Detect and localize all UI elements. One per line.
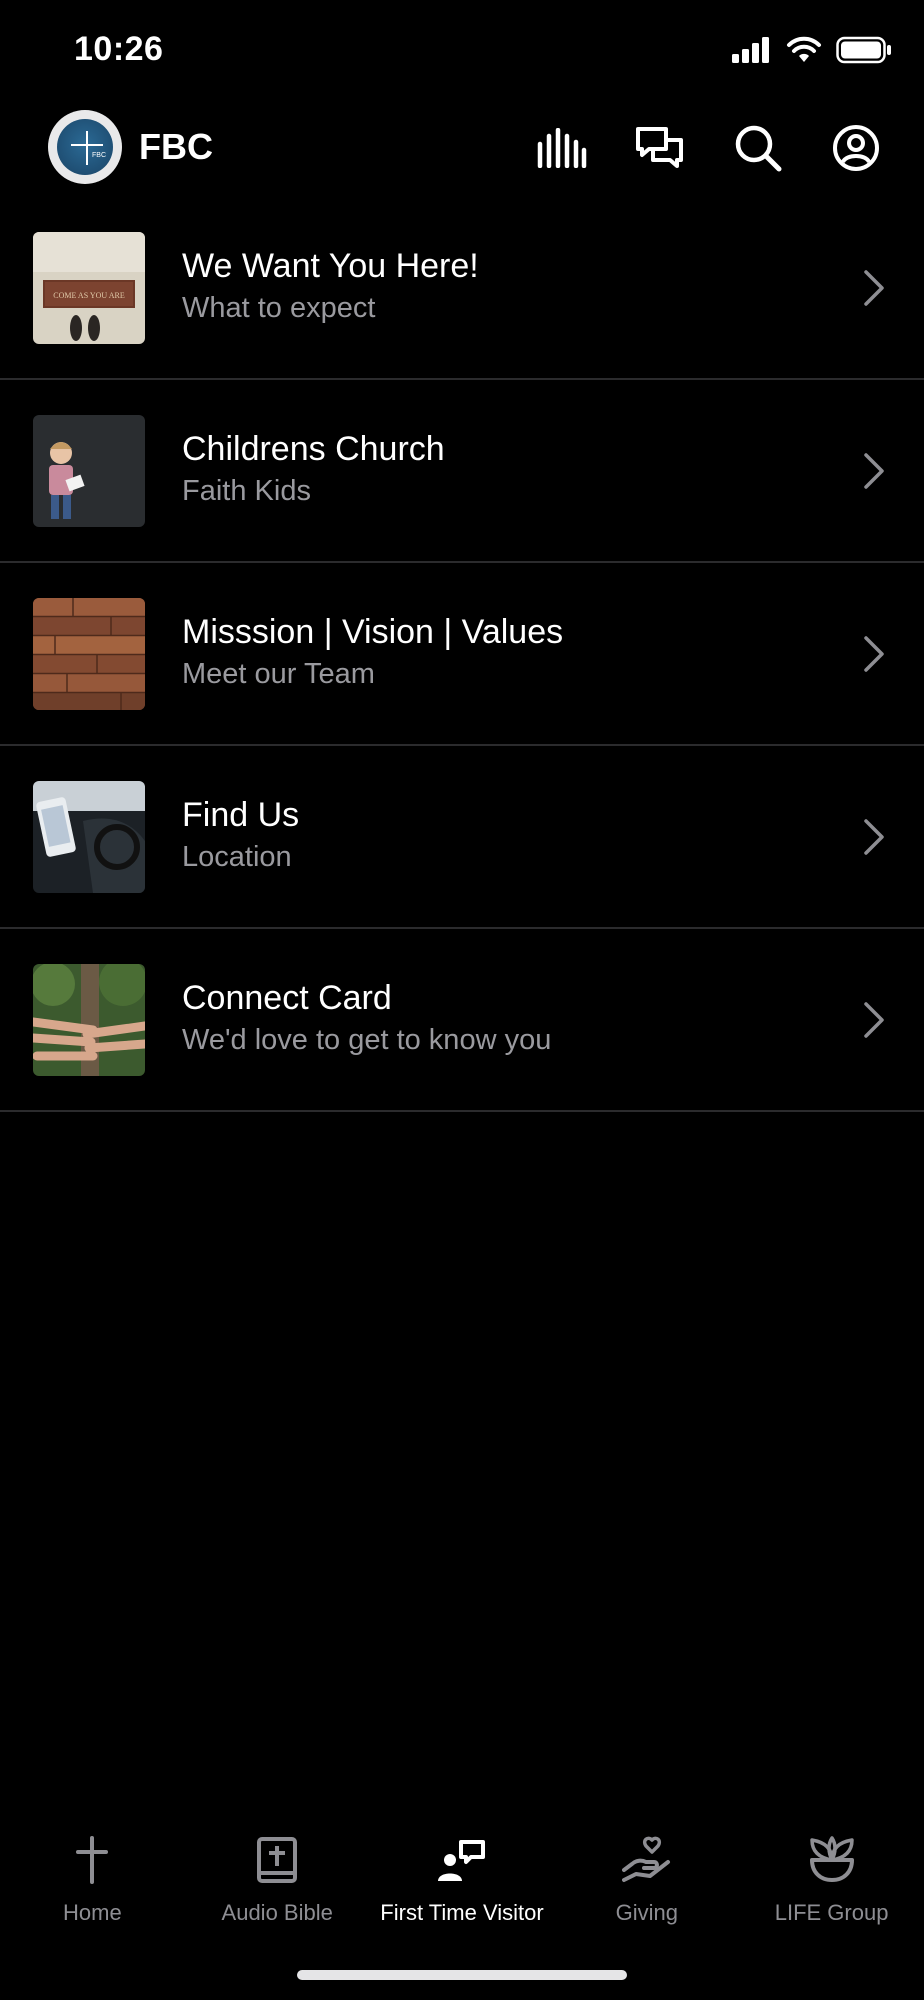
item-subtitle: Faith Kids (182, 475, 311, 507)
app-header: FBC FBC (0, 108, 924, 188)
tab-label: Home (63, 1900, 122, 1925)
list-item-mission-vision-values[interactable]: Misssion | Vision | Values Meet our Team (0, 563, 924, 746)
tab-label: LIFE Group (774, 1900, 889, 1925)
tab-label: Giving (615, 1900, 678, 1925)
item-subtitle: Meet our Team (182, 658, 375, 690)
item-subtitle: Location (182, 841, 292, 873)
list-item-connect-card[interactable]: Connect Card We'd love to get to know yo… (0, 929, 924, 1112)
header-actions (534, 120, 884, 176)
app-screen: 10:26 FBC FBC COME AS YOU ARE We Want Yo… (0, 0, 924, 2000)
status-bar: 10:26 (0, 0, 924, 100)
cellular-signal-icon (732, 37, 769, 63)
audio-bars-icon (537, 128, 587, 168)
audio-button[interactable] (534, 120, 590, 176)
phone-in-car-thumbnail (33, 781, 145, 893)
tab-audio-bible[interactable]: Audio Bible (185, 1820, 370, 1940)
status-time: 10:26 (74, 30, 164, 68)
brand-logo-mark: FBC (57, 119, 113, 175)
search-button[interactable] (730, 120, 786, 176)
profile-button[interactable] (828, 120, 884, 176)
svg-text:FBC: FBC (92, 152, 106, 159)
item-title: Misssion | Vision | Values (182, 613, 564, 651)
brand-logo[interactable]: FBC (48, 110, 122, 184)
wifi-icon (787, 36, 821, 62)
profile-icon (833, 125, 879, 171)
stacked-hands-thumbnail (33, 964, 145, 1076)
tab-label: Audio Bible (221, 1900, 333, 1925)
item-title: Connect Card (182, 979, 392, 1017)
tab-giving[interactable]: Giving (554, 1820, 739, 1940)
chevron-right-icon (864, 270, 884, 306)
wood-thumbnail (33, 598, 145, 710)
bible-icon (257, 1837, 298, 1883)
tab-bar: Home Audio Bible First Time Visitor Givi… (0, 1820, 924, 1940)
chevron-right-icon (864, 636, 884, 672)
item-title: Find Us (182, 796, 300, 834)
status-icons (732, 36, 892, 64)
item-title: Childrens Church (182, 430, 445, 468)
child-thumbnail (33, 415, 145, 527)
brand-name: FBC (139, 126, 213, 167)
doormat-thumbnail: COME AS YOU ARE (33, 232, 145, 344)
search-icon (735, 125, 782, 172)
logo-cross-icon: FBC (71, 131, 106, 165)
content-list: COME AS YOU ARE We Want You Here! What t… (0, 197, 924, 1112)
battery-icon (836, 36, 891, 64)
tab-label: First Time Visitor (380, 1900, 544, 1925)
chevron-right-icon (864, 1002, 884, 1038)
item-subtitle: We'd love to get to know you (182, 1024, 552, 1056)
messages-button[interactable] (632, 120, 688, 176)
tab-life-group[interactable]: LIFE Group (739, 1820, 924, 1940)
tab-home[interactable]: Home (0, 1820, 185, 1940)
chevron-right-icon (864, 819, 884, 855)
plant-icon (809, 1836, 854, 1882)
giving-hand-icon (621, 1836, 670, 1882)
home-indicator[interactable] (297, 1970, 627, 1980)
item-subtitle: What to expect (182, 292, 376, 324)
list-item-we-want-you-here[interactable]: COME AS YOU ARE We Want You Here! What t… (0, 197, 924, 380)
list-item-find-us[interactable]: Find Us Location (0, 746, 924, 929)
svg-text:COME AS YOU ARE: COME AS YOU ARE (53, 291, 125, 300)
chat-icon (636, 127, 683, 168)
tab-first-time-visitor[interactable]: First Time Visitor (370, 1820, 555, 1940)
chevron-right-icon (864, 453, 884, 489)
item-title: We Want You Here! (182, 247, 479, 285)
cross-icon (76, 1836, 109, 1884)
visitor-icon (437, 1840, 485, 1881)
list-item-childrens-church[interactable]: Childrens Church Faith Kids (0, 380, 924, 563)
